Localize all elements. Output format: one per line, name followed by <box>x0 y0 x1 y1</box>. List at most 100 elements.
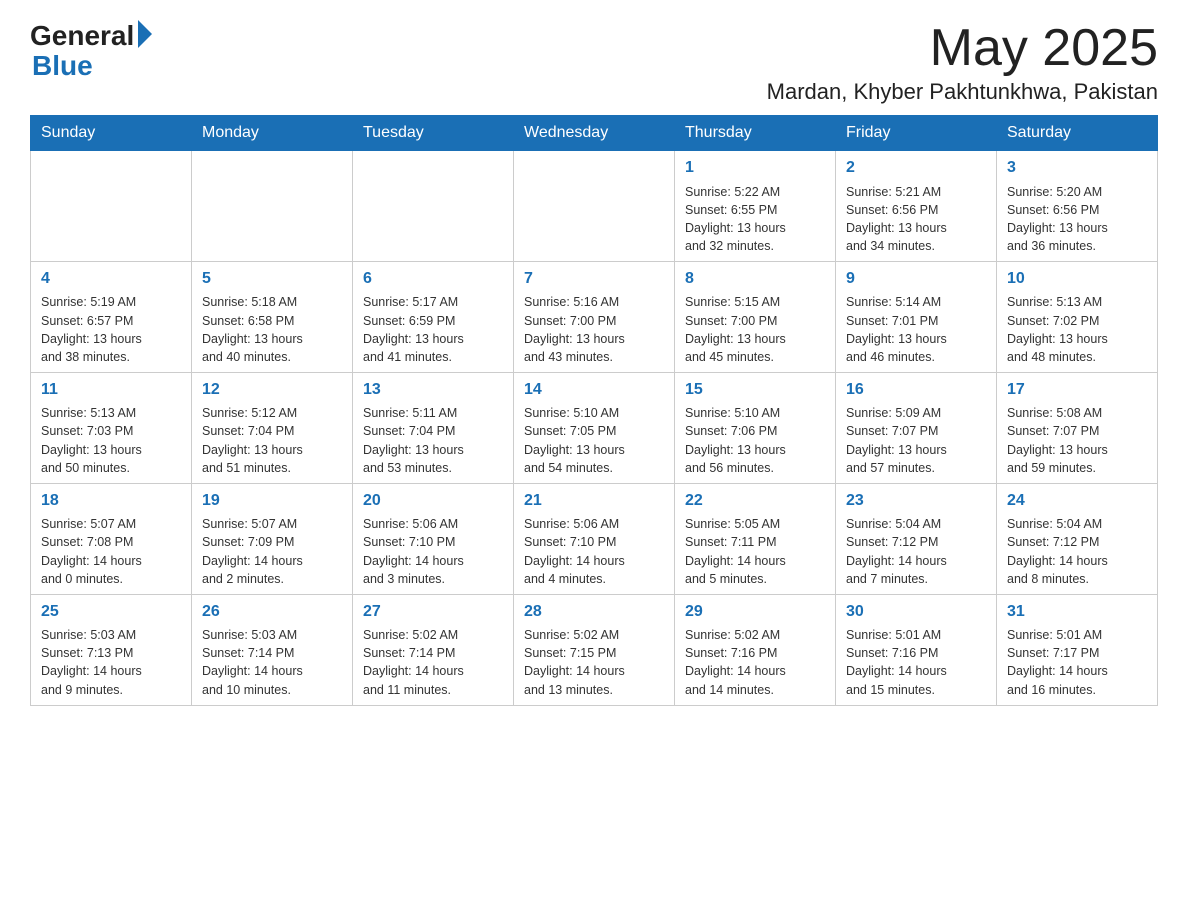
day-cell: 27Sunrise: 5:02 AMSunset: 7:14 PMDayligh… <box>353 594 514 705</box>
weekday-header-tuesday: Tuesday <box>353 116 514 151</box>
logo-general-text: General <box>30 22 134 50</box>
week-row-5: 25Sunrise: 5:03 AMSunset: 7:13 PMDayligh… <box>31 594 1158 705</box>
day-cell: 5Sunrise: 5:18 AMSunset: 6:58 PMDaylight… <box>192 262 353 373</box>
day-cell: 1 Sunrise: 5:22 AMSunset: 6:55 PMDaylight… <box>675 151 836 262</box>
day-info: Sunrise: 5:04 AMSunset: 7:12 PMDaylight:… <box>846 515 986 588</box>
day-number: 23 <box>846 490 986 512</box>
day-info: Sunrise: 5:06 AMSunset: 7:10 PMDaylight:… <box>363 515 503 588</box>
day-cell: 24 Sunrise: 5:04 AMSunset: 7:12 PMDayligh… <box>997 483 1158 594</box>
day-cell: 23 Sunrise: 5:04 AMSunset: 7:12 PMDayligh… <box>836 483 997 594</box>
weekday-header-friday: Friday <box>836 116 997 151</box>
day-cell: 4 Sunrise: 5:19 AMSunset: 6:57 PMDaylight… <box>31 262 192 373</box>
day-number: 18 <box>41 490 181 512</box>
day-info: Sunrise: 5:02 AMSunset: 7:14 PMDaylight:… <box>363 626 503 699</box>
day-info: Sunrise: 5:08 AMSunset: 7:07 PMDaylight:… <box>1007 404 1147 477</box>
logo: General Blue <box>30 20 152 80</box>
day-cell <box>31 151 192 262</box>
day-info: Sunrise: 5:09 AMSunset: 7:07 PMDaylight:… <box>846 404 986 477</box>
day-number: 10 <box>1007 268 1147 290</box>
day-cell: 22 Sunrise: 5:05 AMSunset: 7:11 PMDayligh… <box>675 483 836 594</box>
calendar-table: SundayMondayTuesdayWednesdayThursdayFrid… <box>30 115 1158 705</box>
location-title: Mardan, Khyber Pakhtunkhwa, Pakistan <box>767 79 1158 105</box>
day-info: Sunrise: 5:01 AMSunset: 7:17 PMDaylight:… <box>1007 626 1147 699</box>
day-cell: 21Sunrise: 5:06 AMSunset: 7:10 PMDayligh… <box>514 483 675 594</box>
day-number: 22 <box>685 490 825 512</box>
day-number: 2 <box>846 157 986 179</box>
day-number: 5 <box>202 268 342 290</box>
day-number: 20 <box>363 490 503 512</box>
day-number: 14 <box>524 379 664 401</box>
day-info: Sunrise: 5:17 AMSunset: 6:59 PMDaylight:… <box>363 293 503 366</box>
day-info: Sunrise: 5:22 AMSunset: 6:55 PMDaylight:… <box>685 183 825 256</box>
day-cell: 14Sunrise: 5:10 AMSunset: 7:05 PMDayligh… <box>514 372 675 483</box>
day-number: 15 <box>685 379 825 401</box>
weekday-header-wednesday: Wednesday <box>514 116 675 151</box>
week-row-4: 18Sunrise: 5:07 AMSunset: 7:08 PMDayligh… <box>31 483 1158 594</box>
day-info: Sunrise: 5:01 AMSunset: 7:16 PMDaylight:… <box>846 626 986 699</box>
weekday-header-row: SundayMondayTuesdayWednesdayThursdayFrid… <box>31 116 1158 151</box>
day-cell: 30 Sunrise: 5:01 AMSunset: 7:16 PMDayligh… <box>836 594 997 705</box>
day-cell <box>353 151 514 262</box>
day-number: 13 <box>363 379 503 401</box>
day-number: 28 <box>524 601 664 623</box>
page-header: General Blue May 2025 Mardan, Khyber Pak… <box>30 20 1158 105</box>
day-cell: 3Sunrise: 5:20 AMSunset: 6:56 PMDaylight… <box>997 151 1158 262</box>
day-number: 29 <box>685 601 825 623</box>
title-block: May 2025 Mardan, Khyber Pakhtunkhwa, Pak… <box>767 20 1158 105</box>
day-cell: 7Sunrise: 5:16 AMSunset: 7:00 PMDaylight… <box>514 262 675 373</box>
day-info: Sunrise: 5:02 AMSunset: 7:16 PMDaylight:… <box>685 626 825 699</box>
week-row-3: 11 Sunrise: 5:13 AMSunset: 7:03 PMDayligh… <box>31 372 1158 483</box>
day-cell: 29 Sunrise: 5:02 AMSunset: 7:16 PMDayligh… <box>675 594 836 705</box>
day-cell: 17Sunrise: 5:08 AMSunset: 7:07 PMDayligh… <box>997 372 1158 483</box>
day-number: 19 <box>202 490 342 512</box>
day-cell: 2 Sunrise: 5:21 AMSunset: 6:56 PMDaylight… <box>836 151 997 262</box>
day-cell <box>514 151 675 262</box>
day-info: Sunrise: 5:13 AMSunset: 7:02 PMDaylight:… <box>1007 293 1147 366</box>
day-info: Sunrise: 5:05 AMSunset: 7:11 PMDaylight:… <box>685 515 825 588</box>
day-number: 30 <box>846 601 986 623</box>
logo-arrow-icon <box>138 20 152 48</box>
day-number: 24 <box>1007 490 1147 512</box>
day-info: Sunrise: 5:19 AMSunset: 6:57 PMDaylight:… <box>41 293 181 366</box>
week-row-1: 1 Sunrise: 5:22 AMSunset: 6:55 PMDaylight… <box>31 151 1158 262</box>
day-number: 12 <box>202 379 342 401</box>
day-info: Sunrise: 5:11 AMSunset: 7:04 PMDaylight:… <box>363 404 503 477</box>
day-info: Sunrise: 5:21 AMSunset: 6:56 PMDaylight:… <box>846 183 986 256</box>
day-cell: 18Sunrise: 5:07 AMSunset: 7:08 PMDayligh… <box>31 483 192 594</box>
day-cell: 31 Sunrise: 5:01 AMSunset: 7:17 PMDayligh… <box>997 594 1158 705</box>
day-info: Sunrise: 5:14 AMSunset: 7:01 PMDaylight:… <box>846 293 986 366</box>
day-cell <box>192 151 353 262</box>
day-cell: 9Sunrise: 5:14 AMSunset: 7:01 PMDaylight… <box>836 262 997 373</box>
day-cell: 20 Sunrise: 5:06 AMSunset: 7:10 PMDayligh… <box>353 483 514 594</box>
month-title: May 2025 <box>767 20 1158 77</box>
day-cell: 11 Sunrise: 5:13 AMSunset: 7:03 PMDayligh… <box>31 372 192 483</box>
day-cell: 19Sunrise: 5:07 AMSunset: 7:09 PMDayligh… <box>192 483 353 594</box>
day-cell: 16 Sunrise: 5:09 AMSunset: 7:07 PMDayligh… <box>836 372 997 483</box>
day-cell: 15Sunrise: 5:10 AMSunset: 7:06 PMDayligh… <box>675 372 836 483</box>
day-cell: 28 Sunrise: 5:02 AMSunset: 7:15 PMDayligh… <box>514 594 675 705</box>
weekday-header-thursday: Thursday <box>675 116 836 151</box>
day-cell: 6 Sunrise: 5:17 AMSunset: 6:59 PMDaylight… <box>353 262 514 373</box>
day-number: 31 <box>1007 601 1147 623</box>
day-info: Sunrise: 5:02 AMSunset: 7:15 PMDaylight:… <box>524 626 664 699</box>
day-cell: 8 Sunrise: 5:15 AMSunset: 7:00 PMDaylight… <box>675 262 836 373</box>
day-info: Sunrise: 5:06 AMSunset: 7:10 PMDaylight:… <box>524 515 664 588</box>
day-number: 8 <box>685 268 825 290</box>
day-cell: 12Sunrise: 5:12 AMSunset: 7:04 PMDayligh… <box>192 372 353 483</box>
weekday-header-sunday: Sunday <box>31 116 192 151</box>
day-cell: 26Sunrise: 5:03 AMSunset: 7:14 PMDayligh… <box>192 594 353 705</box>
day-info: Sunrise: 5:04 AMSunset: 7:12 PMDaylight:… <box>1007 515 1147 588</box>
day-number: 4 <box>41 268 181 290</box>
day-number: 25 <box>41 601 181 623</box>
day-number: 11 <box>41 379 181 401</box>
day-cell: 25Sunrise: 5:03 AMSunset: 7:13 PMDayligh… <box>31 594 192 705</box>
weekday-header-monday: Monday <box>192 116 353 151</box>
day-info: Sunrise: 5:15 AMSunset: 7:00 PMDaylight:… <box>685 293 825 366</box>
day-number: 7 <box>524 268 664 290</box>
weekday-header-saturday: Saturday <box>997 116 1158 151</box>
day-info: Sunrise: 5:13 AMSunset: 7:03 PMDaylight:… <box>41 404 181 477</box>
day-info: Sunrise: 5:03 AMSunset: 7:14 PMDaylight:… <box>202 626 342 699</box>
day-number: 16 <box>846 379 986 401</box>
day-number: 1 <box>685 157 825 179</box>
day-number: 6 <box>363 268 503 290</box>
